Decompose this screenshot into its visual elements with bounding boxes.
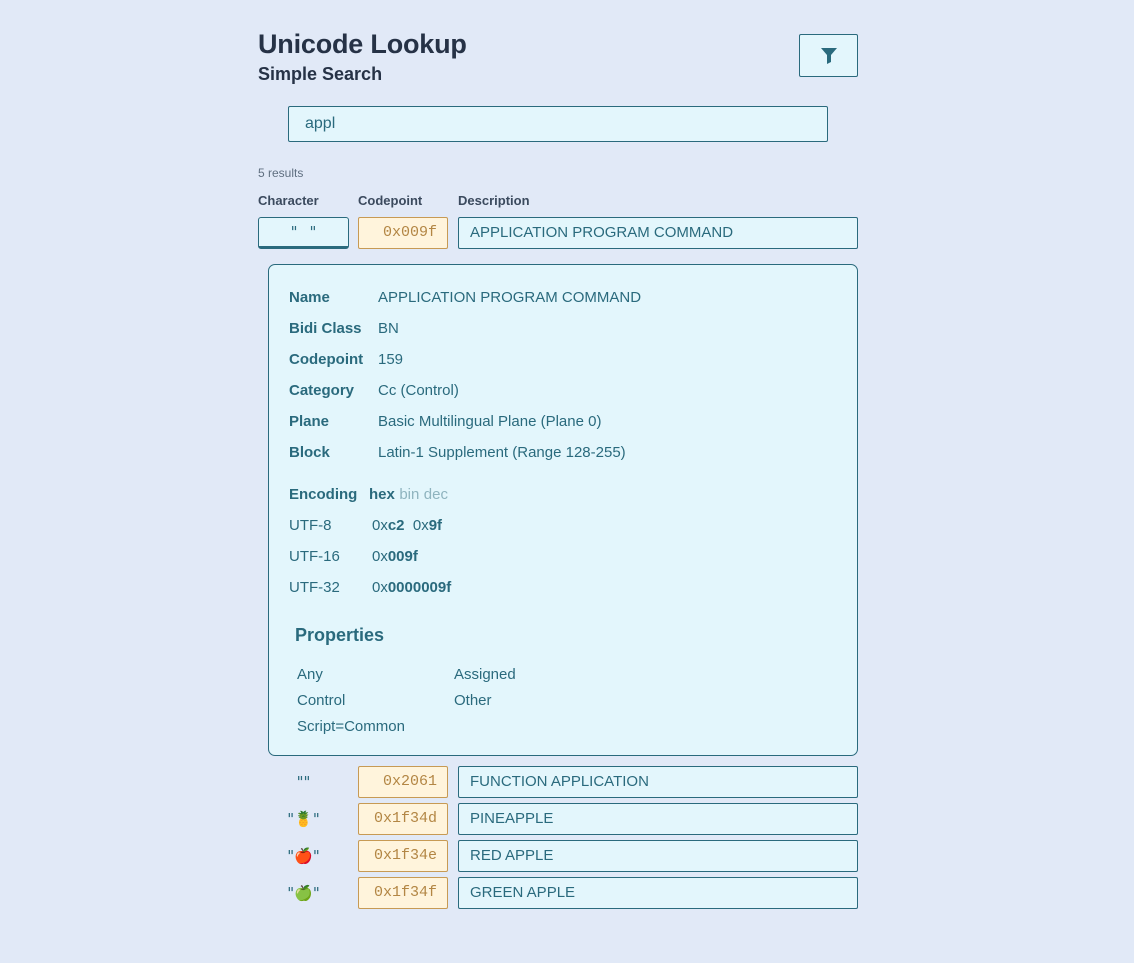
detail-value-block: Latin-1 Supplement (Range 128-255): [378, 444, 626, 461]
encoding-mode-bin[interactable]: bin: [399, 486, 419, 503]
detail-label-category: Category: [289, 382, 355, 399]
result-codepoint[interactable]: 0x1f34e: [358, 840, 448, 872]
detail-label-plane: Plane: [289, 413, 330, 430]
character-detail-panel: Name APPLICATION PROGRAM COMMAND Bidi Cl…: [268, 264, 858, 756]
result-character-button[interactable]: "🍎": [258, 840, 349, 872]
detail-label-codepoint: Codepoint: [289, 351, 364, 368]
property-item: Control: [297, 692, 346, 709]
property-item: Other: [454, 692, 492, 709]
encoding-mode-dec[interactable]: dec: [424, 486, 448, 503]
encoding-label: Encoding: [289, 486, 358, 503]
column-header-character: Character: [258, 193, 319, 208]
property-item: Assigned: [454, 666, 516, 683]
property-item: Any: [297, 666, 323, 683]
column-header-codepoint: Codepoint: [358, 193, 423, 208]
result-character-button[interactable]: "⁡": [258, 766, 349, 798]
search-input[interactable]: [288, 106, 828, 142]
results-count: 5 results: [258, 166, 304, 180]
filter-icon: [820, 48, 837, 64]
result-character-button[interactable]: "🍍": [258, 803, 349, 835]
result-character-button[interactable]: "": [258, 217, 349, 249]
detail-value-category: Cc (Control): [378, 382, 459, 399]
encoding-utf16-label: UTF-16: [289, 548, 340, 565]
encoding-mode-switch: hex bin dec: [369, 486, 448, 504]
page-title: Unicode Lookup: [258, 29, 467, 59]
detail-value-name: APPLICATION PROGRAM COMMAND: [378, 289, 642, 306]
result-description[interactable]: GREEN APPLE: [458, 877, 858, 909]
result-description[interactable]: APPLICATION PROGRAM COMMAND: [458, 217, 858, 249]
properties-heading: Properties: [295, 625, 385, 645]
detail-label-bidi-class: Bidi Class: [289, 320, 362, 337]
column-header-description: Description: [458, 193, 530, 208]
result-codepoint[interactable]: 0x1f34d: [358, 803, 448, 835]
encoding-utf8-value: 0xc2 0x9f: [372, 517, 443, 534]
encoding-utf32-value: 0x0000009f: [372, 579, 452, 596]
detail-label-block: Block: [289, 444, 330, 461]
result-character-button[interactable]: "🍏": [258, 877, 349, 909]
detail-value-codepoint: 159: [378, 351, 404, 368]
page-subtitle: Simple Search: [258, 64, 383, 84]
filter-button[interactable]: [799, 34, 858, 77]
detail-value-plane: Basic Multilingual Plane (Plane 0): [378, 413, 602, 430]
result-description[interactable]: PINEAPPLE: [458, 803, 858, 835]
detail-label-name: Name: [289, 289, 330, 306]
property-item: Script=Common: [297, 718, 405, 735]
result-codepoint[interactable]: 0x2061: [358, 766, 448, 798]
result-description[interactable]: RED APPLE: [458, 840, 858, 872]
encoding-utf32-label: UTF-32: [289, 579, 340, 596]
encoding-utf8-label: UTF-8: [289, 517, 332, 534]
result-description[interactable]: FUNCTION APPLICATION: [458, 766, 858, 798]
detail-value-bidi-class: BN: [378, 320, 399, 337]
encoding-utf16-value: 0x009f: [372, 548, 418, 565]
result-codepoint[interactable]: 0x1f34f: [358, 877, 448, 909]
result-codepoint[interactable]: 0x009f: [358, 217, 448, 249]
encoding-mode-hex[interactable]: hex: [369, 486, 395, 503]
